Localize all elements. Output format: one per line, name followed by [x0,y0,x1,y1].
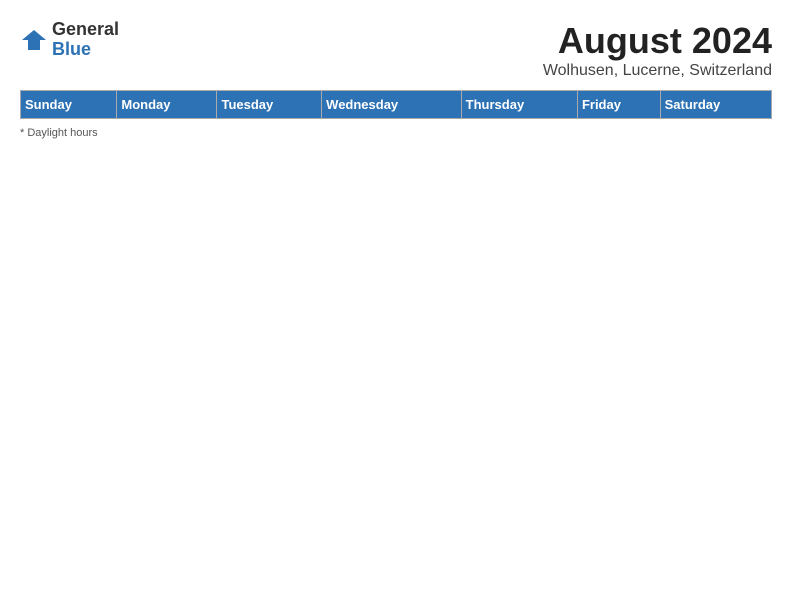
day-header-wednesday: Wednesday [322,91,462,119]
day-header-monday: Monday [117,91,217,119]
month-title: August 2024 [543,20,772,62]
day-header-saturday: Saturday [660,91,771,119]
title-block: August 2024 Wolhusen, Lucerne, Switzerla… [543,20,772,80]
logo-general-text: General [52,20,119,40]
logo-text: General Blue [52,20,119,60]
logo-blue-text: Blue [52,40,119,60]
location: Wolhusen, Lucerne, Switzerland [543,62,772,80]
calendar-table: SundayMondayTuesdayWednesdayThursdayFrid… [20,90,772,119]
day-header-sunday: Sunday [21,91,117,119]
day-header-thursday: Thursday [461,91,577,119]
logo: General Blue [20,20,119,60]
day-header-tuesday: Tuesday [217,91,322,119]
logo-icon [20,26,48,54]
calendar-header-row: SundayMondayTuesdayWednesdayThursdayFrid… [21,91,772,119]
footer-note: * Daylight hours [20,127,772,139]
page-header: General Blue August 2024 Wolhusen, Lucer… [20,20,772,80]
day-header-friday: Friday [577,91,660,119]
footer-note-text: Daylight hours [27,127,97,139]
